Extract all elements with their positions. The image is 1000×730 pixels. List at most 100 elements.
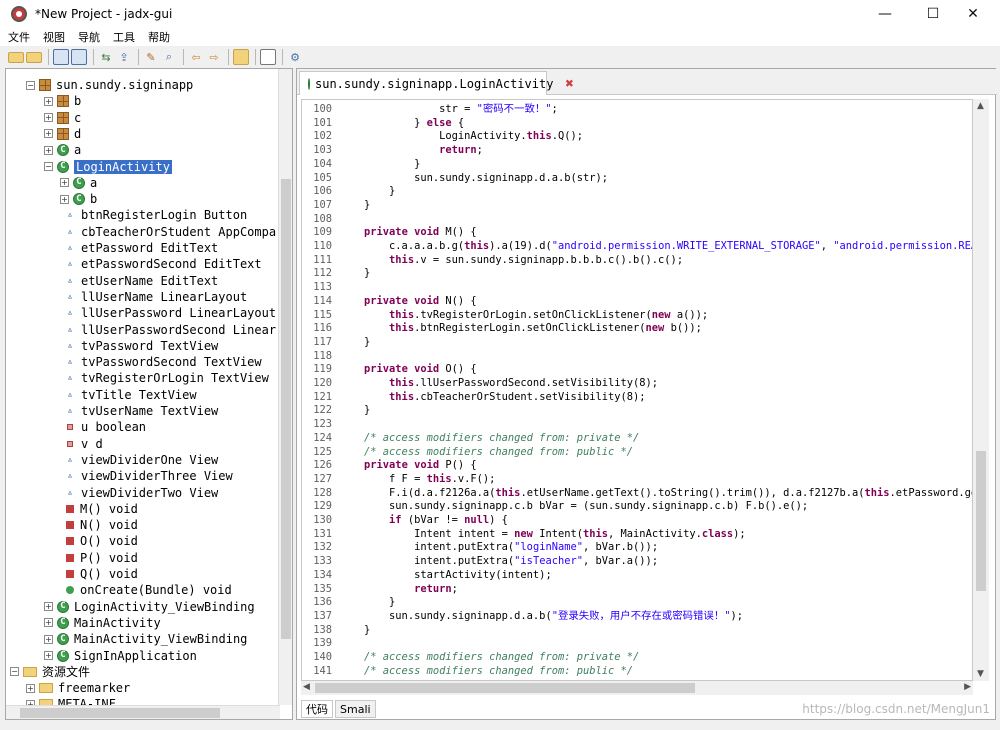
expand-icon[interactable]: + — [44, 634, 53, 644]
tab-close-icon[interactable]: ✖ — [565, 76, 573, 92]
tree-item[interactable]: onCreate(Bundle) void — [64, 582, 232, 598]
tree-item[interactable]: ▵ llUserPassword LinearLayout — [64, 305, 276, 321]
tree-item[interactable]: − 资源文件 — [10, 664, 90, 680]
tree-item[interactable]: ▵ tvTitle TextView — [64, 387, 197, 403]
code-scroll-thumb[interactable] — [976, 451, 986, 591]
search-icon[interactable]: ⌕ — [161, 49, 177, 65]
tree-item[interactable]: ▵ tvUserName TextView — [64, 403, 218, 419]
code-token: this — [583, 527, 609, 540]
tree-item[interactable]: ▵ btnRegisterLogin Button — [64, 207, 247, 223]
scroll-up-icon[interactable]: ▲ — [977, 101, 984, 111]
collapse-icon[interactable]: − — [44, 162, 53, 171]
menu-file[interactable]: 文件 — [8, 29, 30, 45]
tree-item[interactable]: M() void — [64, 501, 138, 517]
tree-item[interactable]: u boolean — [64, 419, 146, 435]
expand-icon[interactable]: + — [44, 145, 53, 155]
expand-icon[interactable]: + — [60, 178, 69, 188]
tab-code[interactable]: 代码 — [301, 700, 333, 718]
back-icon[interactable]: ⇦ — [188, 49, 204, 65]
tree-item[interactable]: ▵ tvPasswordSecond TextView — [64, 354, 262, 370]
tree-item[interactable]: ▵ tvPassword TextView — [64, 338, 218, 354]
log-icon[interactable] — [260, 49, 276, 65]
collapse-icon[interactable]: − — [26, 80, 35, 90]
deobf-icon[interactable] — [233, 49, 249, 65]
view-mode-tabs: 代码 Smali — [301, 699, 378, 719]
forward-icon[interactable]: ⇨ — [206, 49, 222, 65]
prefs-icon[interactable]: ⚙ — [287, 49, 303, 65]
close-button[interactable]: ✕ — [950, 0, 996, 28]
tool-icon[interactable]: ✎ — [143, 49, 159, 65]
scroll-left-icon[interactable]: ◀ — [303, 682, 310, 692]
private-field-icon — [67, 440, 73, 447]
tree-item[interactable]: ▵ etUserName EditText — [64, 273, 218, 289]
tree-item[interactable]: − C LoginActivity — [44, 159, 172, 175]
minimize-button[interactable]: — — [862, 0, 908, 28]
tree-item[interactable]: + C LoginActivity_ViewBinding — [44, 599, 255, 615]
tree-item[interactable]: + Cb — [60, 191, 97, 207]
tree-item[interactable]: ▵ etPasswordSecond EditText — [64, 256, 262, 272]
tree-item-label: viewDividerThree View — [81, 469, 233, 484]
tree-item[interactable]: + c — [44, 110, 81, 126]
tree-hscroll-thumb[interactable] — [20, 708, 220, 718]
tree-vertical-scrollbar[interactable] — [278, 69, 292, 705]
line-number: 136 — [313, 596, 332, 609]
tree-item[interactable]: + Ca — [44, 142, 81, 158]
tree-item[interactable]: ▵ tvRegisterOrLogin TextView — [64, 370, 269, 386]
tree-item[interactable]: ▵ llUserName LinearLayout — [64, 289, 247, 305]
menu-tools[interactable]: 工具 — [113, 29, 135, 45]
tab-smali[interactable]: Smali — [335, 700, 376, 718]
menu-navigate[interactable]: 导航 — [78, 29, 100, 45]
folder-add-icon[interactable] — [26, 51, 42, 63]
expand-icon[interactable]: + — [60, 194, 69, 204]
tree-item[interactable]: + Ca — [60, 175, 97, 191]
tree-item[interactable]: ▵ viewDividerThree View — [64, 468, 233, 484]
collapse-icon[interactable]: − — [10, 667, 19, 677]
tree-item[interactable]: + C MainActivity — [44, 615, 161, 631]
tree-item[interactable]: ▵ viewDividerOne View — [64, 452, 218, 468]
toolbar-separator — [93, 49, 94, 65]
scroll-down-icon[interactable]: ▼ — [977, 669, 984, 679]
tree-item-label: M() void — [80, 501, 138, 516]
tree-item[interactable]: − sun.sundy.signinapp — [26, 77, 193, 93]
expand-icon[interactable]: + — [44, 96, 53, 106]
tree-item[interactable]: ▵ etPassword EditText — [64, 240, 218, 256]
scroll-right-icon[interactable]: ▶ — [964, 682, 971, 692]
menu-help[interactable]: 帮助 — [148, 29, 170, 45]
menu-view[interactable]: 视图 — [43, 29, 65, 45]
folder-open-icon[interactable] — [8, 51, 24, 63]
code-horizontal-scrollbar[interactable]: ◀ ▶ — [301, 681, 973, 695]
expand-icon[interactable]: + — [26, 683, 35, 693]
tree-item[interactable]: P() void — [64, 550, 138, 566]
tree-scroll-thumb[interactable] — [281, 179, 291, 639]
copy-all-icon[interactable] — [71, 49, 87, 65]
expand-icon[interactable]: + — [44, 129, 53, 139]
expand-icon[interactable]: + — [44, 602, 53, 612]
export-icon[interactable]: ⇪ — [116, 49, 132, 65]
code-vertical-scrollbar[interactable]: ▲ ▼ — [973, 99, 989, 681]
copy-icon[interactable] — [53, 49, 69, 65]
tree-item[interactable]: N() void — [64, 517, 138, 533]
expand-icon[interactable]: + — [44, 113, 53, 123]
tree-item[interactable]: ▵ viewDividerTwo View — [64, 485, 218, 501]
sync-icon[interactable]: ⇆ — [98, 49, 114, 65]
tree-item[interactable]: ▵ cbTeacherOrStudent AppCompa — [64, 224, 276, 240]
line-number: 123 — [313, 418, 332, 431]
tree-horizontal-scrollbar[interactable] — [6, 705, 280, 719]
tree-item[interactable]: + b — [44, 93, 81, 109]
tree-item[interactable]: Q() void — [64, 566, 138, 582]
expand-icon[interactable]: + — [44, 618, 53, 628]
code-view[interactable]: 100 str = "密码不一致！"; 101 } else {102 Login… — [301, 99, 973, 681]
tree-item[interactable]: ▵ llUserPasswordSecond Linear — [64, 322, 276, 338]
tree-item[interactable]: + C MainActivity_ViewBinding — [44, 631, 247, 647]
expand-icon[interactable]: + — [44, 651, 53, 660]
tree-item[interactable]: v d — [64, 436, 103, 452]
line-number: 110 — [313, 240, 332, 252]
tree-item[interactable]: + d — [44, 126, 81, 142]
tree-item[interactable]: + C SignInApplication — [44, 648, 197, 664]
tree-item[interactable]: + freemarker — [26, 680, 130, 696]
project-tree[interactable]: − sun.sundy.signinapp + b + c + d + Ca − C LoginActi… — [5, 68, 293, 720]
tree-item[interactable]: O() void — [64, 533, 138, 549]
code-line: 112 } — [302, 266, 370, 280]
tab-login-activity[interactable]: sun.sundy.signinapp.LoginActivity ✖ — [299, 71, 574, 95]
code-hscroll-thumb[interactable] — [315, 683, 695, 693]
